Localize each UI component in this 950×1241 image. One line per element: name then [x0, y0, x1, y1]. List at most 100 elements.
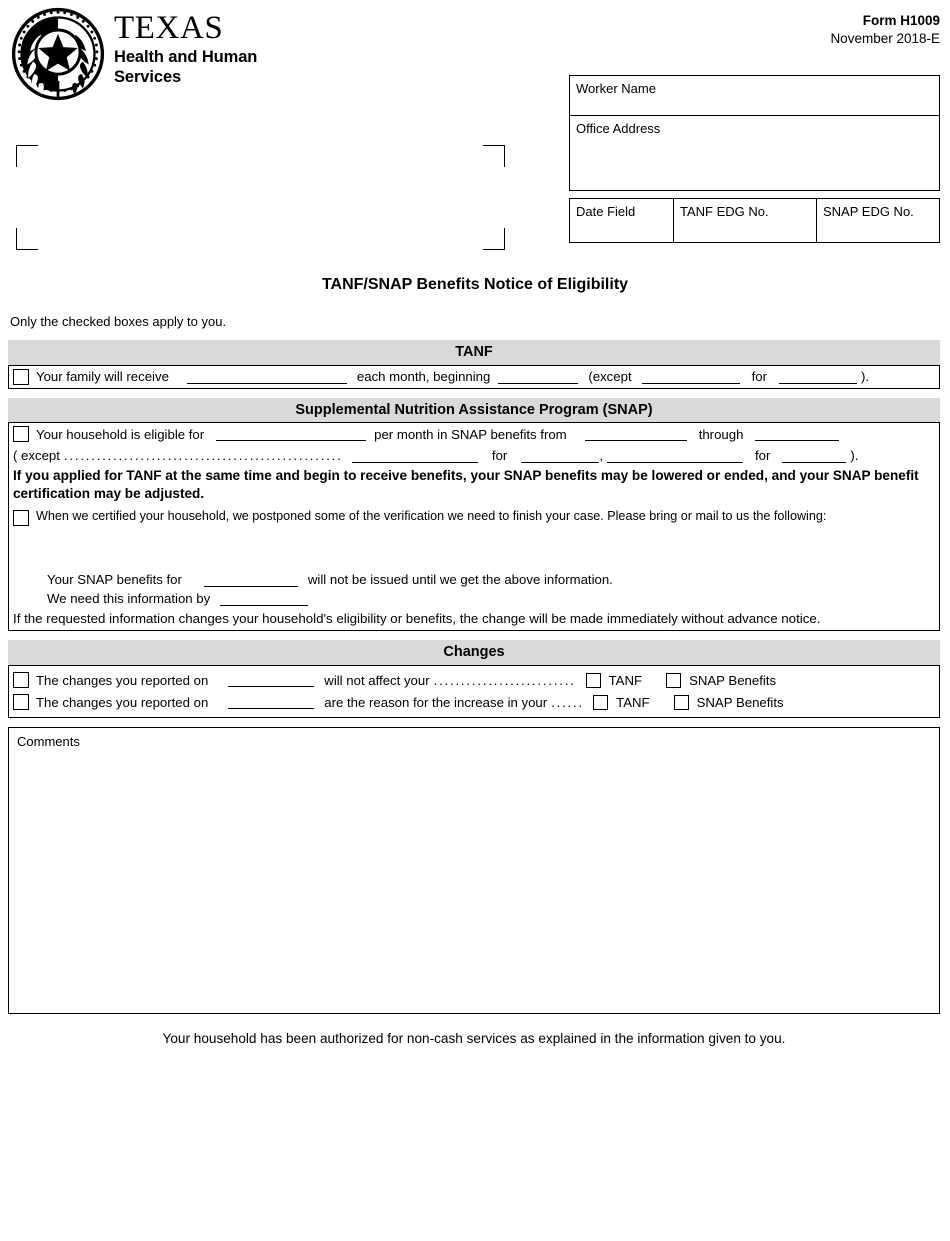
- snap-through-date-blank[interactable]: [755, 427, 840, 442]
- changes-row-1-tanf-checkbox[interactable]: [585, 672, 601, 688]
- logo-hhs-line1: Health and Human: [114, 48, 258, 66]
- page-header: TEXAS Health and Human Services Form H10…: [0, 0, 950, 265]
- worker-info-block: Worker Name Office Address Date Field TA…: [569, 75, 940, 243]
- snap-except-text-3: for: [754, 448, 771, 464]
- date-field-label: Date Field: [576, 204, 636, 219]
- address-window: [16, 145, 505, 250]
- tanf-edg-label: TANF EDG No.: [680, 204, 769, 219]
- tanf-text-4: for: [751, 369, 767, 385]
- tanf-text-3: (except: [588, 369, 632, 385]
- snap-eligible-checkbox[interactable]: [13, 426, 29, 443]
- snap-verification-write-area[interactable]: [9, 526, 939, 570]
- instruction-text: Only the checked boxes apply to you.: [10, 314, 227, 329]
- tanf-amount-blank[interactable]: [186, 370, 347, 384]
- snap-postponed-text: When we certified your household, we pos…: [36, 509, 827, 524]
- tanf-except-blank[interactable]: [641, 370, 740, 384]
- tanf-text-1: Your family will receive: [36, 369, 169, 385]
- corner-bracket-top-right: [483, 145, 505, 167]
- tanf-text-5: ).: [861, 369, 870, 385]
- section-header-snap: Supplemental Nutrition Assistance Progra…: [8, 397, 940, 423]
- changes-row-2-snap-checkbox[interactable]: [673, 694, 689, 710]
- snap-except-text-2: for: [491, 448, 508, 464]
- changes-row-2-tanf-checkbox[interactable]: [593, 694, 609, 710]
- worker-name-label: Worker Name: [576, 81, 656, 96]
- snap-except-blank-1[interactable]: [351, 449, 478, 463]
- changes-row-1-tanf-label: TANF: [608, 672, 643, 688]
- snap-text-2: per month in SNAP benefits from: [374, 426, 567, 442]
- edg-row: Date Field TANF EDG No. SNAP EDG No.: [569, 198, 940, 243]
- office-address-label: Office Address: [576, 121, 661, 136]
- snap-except-comma: ,: [599, 448, 603, 464]
- changes-row-2-snap-label: SNAP Benefits: [696, 694, 784, 710]
- changes-row-1-text-2: will not affect your: [324, 672, 430, 688]
- form-identifier: Form H1009 November 2018-E: [830, 12, 940, 48]
- tanf-edg-field[interactable]: TANF EDG No.: [674, 199, 817, 242]
- section-body-tanf: Your family will receive each month, beg…: [8, 364, 940, 389]
- form-revision-date: November 2018-E: [830, 31, 940, 47]
- changes-row-increase: The changes you reported on are the reas…: [9, 691, 939, 713]
- snap-except-text-1: ( except: [13, 448, 60, 464]
- snap-except-row: ( except ...............................…: [9, 445, 939, 466]
- snap-tanf-warning: If you applied for TANF at the same time…: [13, 468, 919, 501]
- worker-name-field[interactable]: Worker Name: [569, 75, 940, 115]
- snap-postponed-checkbox[interactable]: [13, 510, 29, 527]
- agency-logo: TEXAS Health and Human Services: [10, 6, 257, 102]
- snap-change-note: If the requested information changes you…: [13, 611, 821, 627]
- texas-state-seal-icon: [10, 6, 106, 102]
- footer-note: Your household has been authorized for n…: [162, 1031, 786, 1047]
- snap-benefits-hold-row: Your SNAP benefits for will not be issue…: [9, 570, 939, 589]
- tanf-text-2: each month, beginning: [356, 369, 491, 385]
- page-title: TANF/SNAP Benefits Notice of Eligibility: [321, 276, 629, 293]
- snap-eligible-row: Your household is eligible for per month…: [9, 423, 939, 445]
- snap-except-for-blank-2[interactable]: [782, 449, 847, 463]
- snap-benefits-hold-text: will not be issued until we get the abov…: [307, 572, 613, 588]
- changes-row-2-text-2: are the reason for the increase in your: [324, 694, 548, 710]
- snap-text-1: Your household is eligible for: [36, 426, 205, 442]
- tanf-except-for-blank[interactable]: [779, 370, 857, 384]
- logo-texas-text: TEXAS: [114, 10, 224, 46]
- tanf-benefit-row: Your family will receive each month, beg…: [9, 366, 939, 388]
- changes-row-1-snap-checkbox[interactable]: [666, 672, 682, 688]
- changes-row-1-text-1: The changes you reported on: [36, 672, 209, 688]
- changes-row-2-date-blank[interactable]: [228, 695, 315, 710]
- section-body-changes: The changes you reported on will not aff…: [8, 665, 940, 719]
- date-field[interactable]: Date Field: [570, 199, 674, 242]
- corner-bracket-bottom-right: [483, 228, 505, 250]
- section-header-changes: Changes: [8, 640, 940, 666]
- corner-bracket-bottom-left: [16, 228, 38, 250]
- changes-row-1-snap-label: SNAP Benefits: [689, 672, 777, 688]
- snap-text-3: through: [698, 426, 744, 442]
- changes-increase-checkbox[interactable]: [13, 694, 29, 711]
- section-header-tanf: TANF: [8, 340, 940, 365]
- changes-row-1-date-blank[interactable]: [228, 673, 315, 688]
- tanf-checkbox[interactable]: [13, 368, 29, 385]
- snap-edg-field[interactable]: SNAP EDG No.: [817, 199, 939, 242]
- changes-row-2-text-1: The changes you reported on: [36, 694, 209, 710]
- snap-except-blank-2[interactable]: [606, 449, 743, 463]
- changes-no-effect-checkbox[interactable]: [13, 672, 29, 689]
- changes-row-2-tanf-label: TANF: [616, 694, 650, 710]
- snap-amount-blank[interactable]: [216, 427, 367, 442]
- snap-except-dots: ........................................…: [63, 448, 342, 464]
- changes-row-2-dots: ......: [551, 694, 584, 710]
- comments-field[interactable]: Comments: [8, 727, 940, 1015]
- section-body-snap: Your household is eligible for per month…: [8, 422, 940, 632]
- tanf-begin-date-blank[interactable]: [498, 370, 579, 384]
- snap-need-by-date-blank[interactable]: [220, 592, 309, 606]
- snap-edg-label: SNAP EDG No.: [823, 204, 914, 219]
- form-body: TANF Your family will receive each month…: [8, 340, 940, 1046]
- snap-postponed-row: When we certified your household, we pos…: [9, 504, 939, 527]
- logo-hhs-line2: Services: [114, 67, 182, 86]
- form-number: Form H1009: [862, 13, 940, 28]
- corner-bracket-top-left: [16, 145, 38, 167]
- snap-from-date-blank[interactable]: [584, 427, 687, 442]
- comments-label: Comments: [17, 734, 80, 750]
- snap-benefits-month-blank[interactable]: [203, 573, 298, 587]
- snap-except-for-blank-1[interactable]: [521, 449, 600, 463]
- snap-due-date-row: We need this information by: [9, 589, 939, 608]
- changes-row-no-effect: The changes you reported on will not aff…: [9, 669, 939, 691]
- snap-need-by-text: We need this information by: [47, 591, 211, 607]
- office-address-field[interactable]: Office Address: [569, 115, 940, 191]
- changes-row-1-dots: ....................................: [433, 672, 576, 688]
- snap-benefits-for-text: Your SNAP benefits for: [47, 572, 182, 588]
